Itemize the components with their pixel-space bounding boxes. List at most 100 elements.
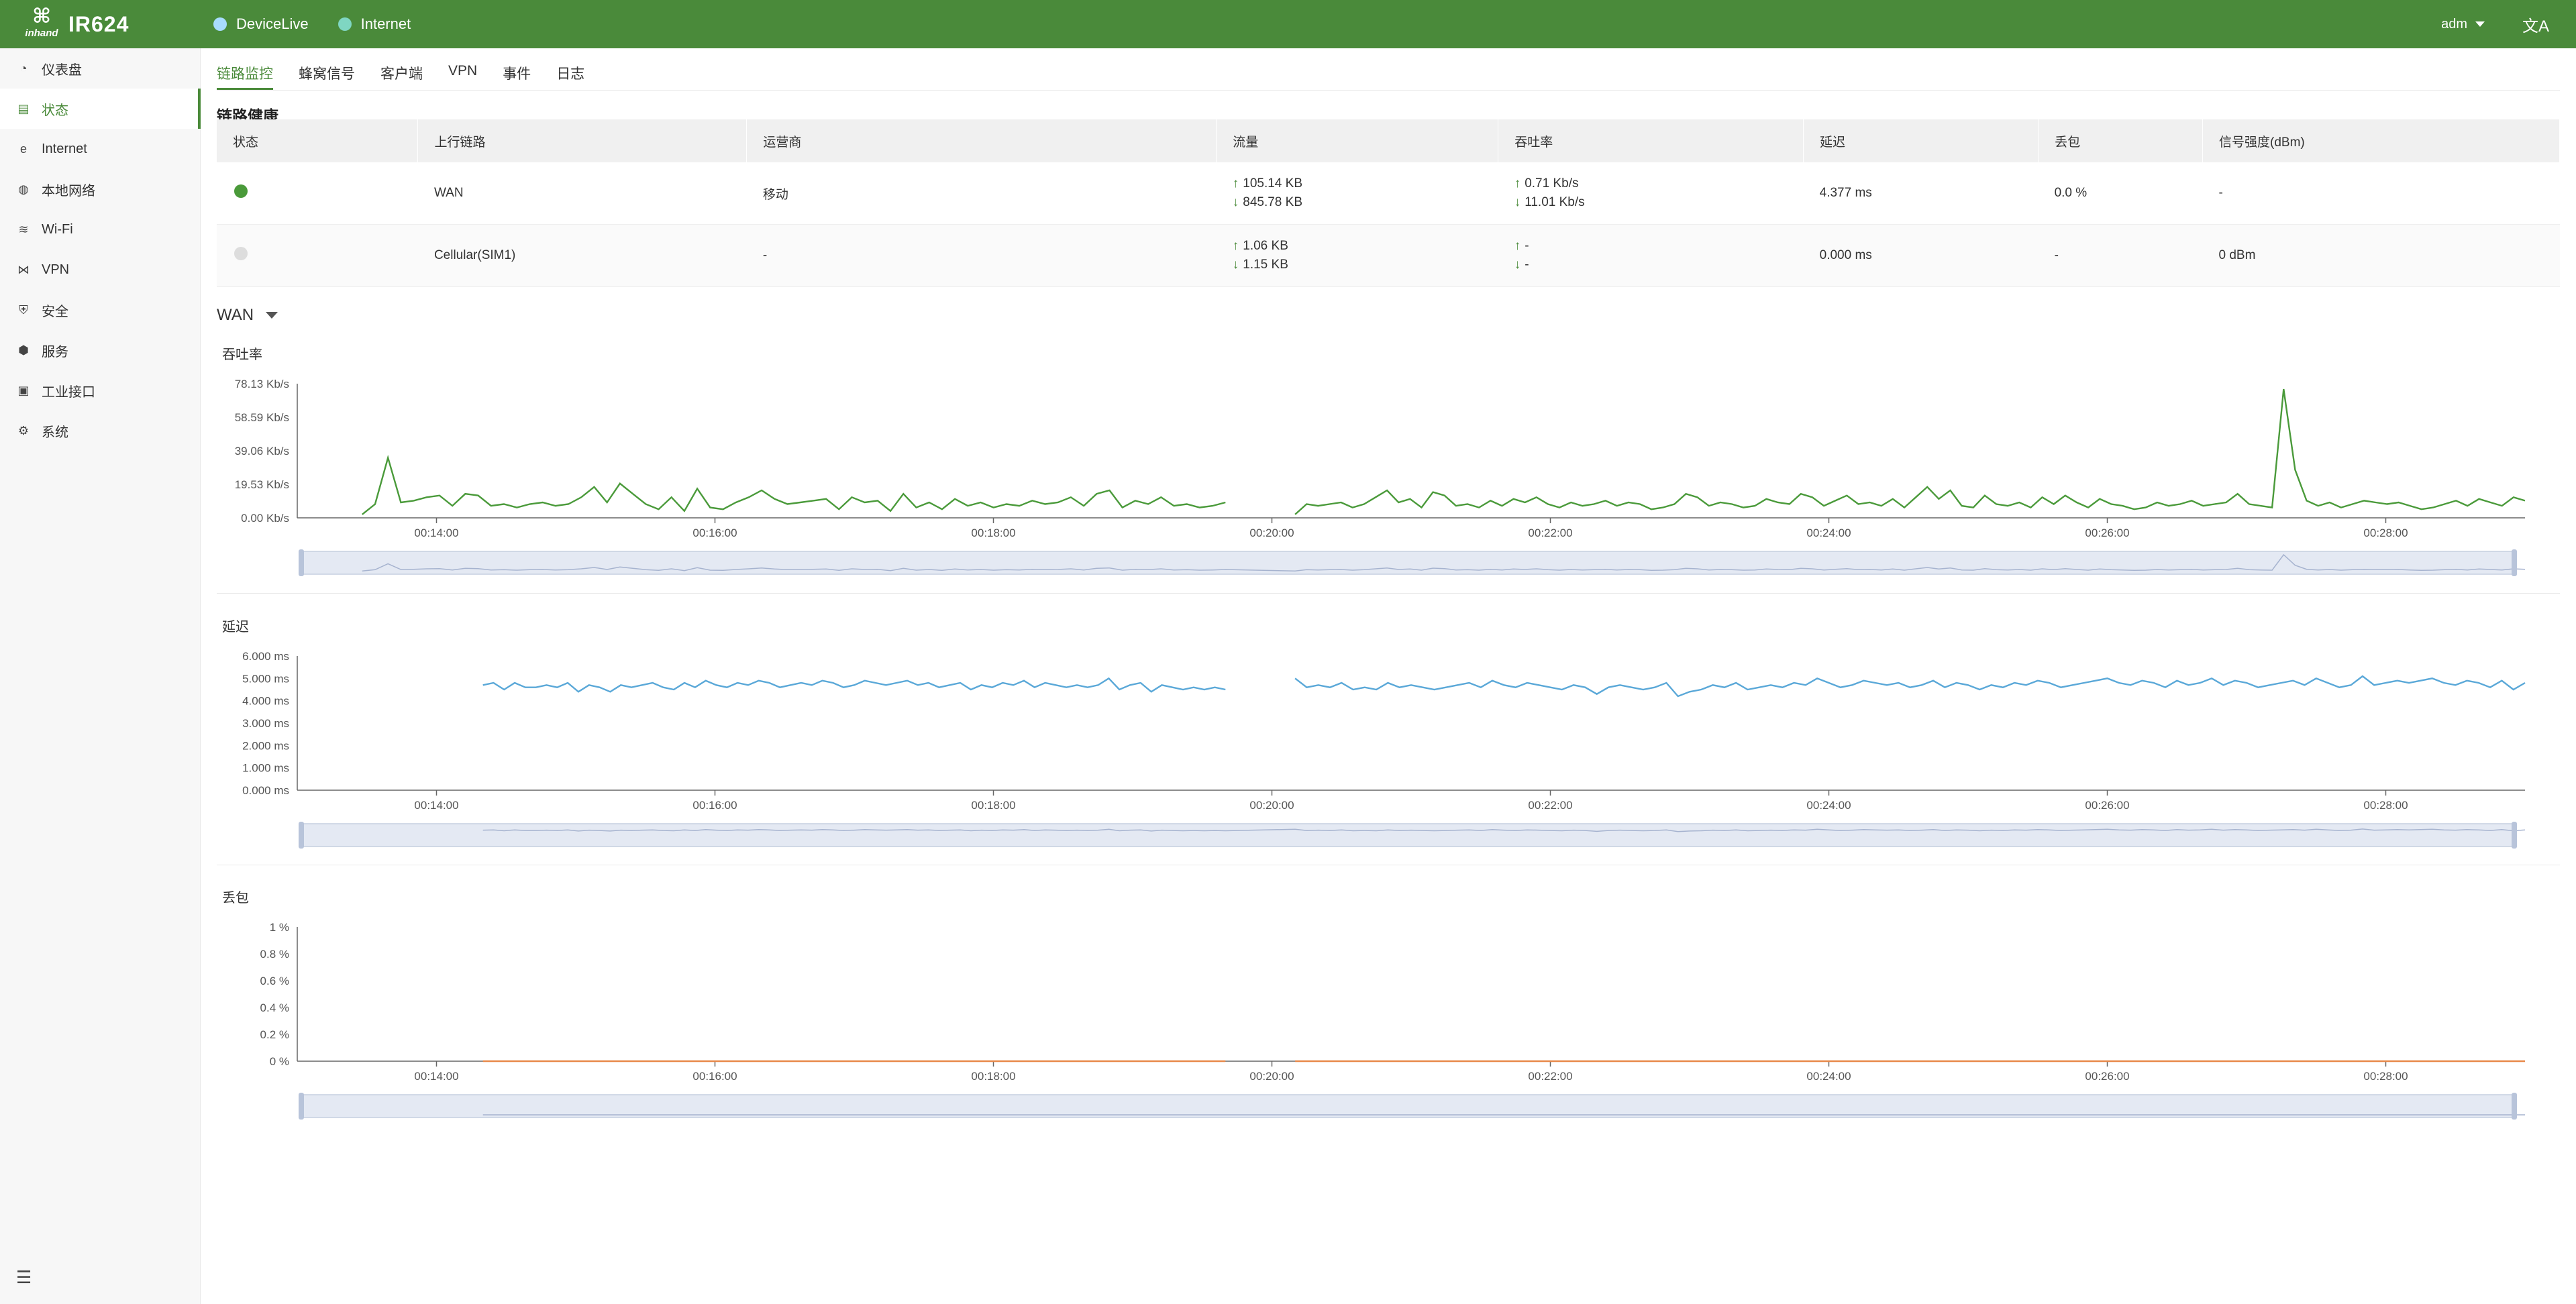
zoom-slider-track[interactable]	[301, 823, 2516, 847]
tab-1[interactable]: 蜂窝信号	[299, 55, 355, 90]
username: adm	[2441, 16, 2467, 32]
sidebar-item-3[interactable]: ◍ 本地网络	[0, 169, 200, 209]
sidebar-item-label: 安全	[42, 304, 68, 319]
throughput-chart-svg[interactable]: 0.00 Kb/s 19.53 Kb/s 39.06 Kb/s 58.59 Kb/s 7…	[217, 377, 2560, 578]
sidebar-item-4[interactable]: ≋ Wi-Fi	[0, 209, 200, 250]
zoom-slider-track[interactable]	[301, 551, 2516, 575]
throughput-down: -	[1514, 256, 1804, 274]
collapse-menu-icon[interactable]: ☰	[16, 1267, 32, 1288]
x-tick-label: 00:22:00	[1528, 799, 1572, 812]
x-tick-label: 00:14:00	[414, 527, 458, 539]
loss-chart-svg[interactable]: 0 % 0.2 % 0.4 % 0.6 % 0.8 % 1 % 00:14:00 00:16:…	[217, 920, 2560, 1122]
x-tick-label: 00:20:00	[1249, 1070, 1294, 1083]
loss-cell: 0.0 %	[2038, 162, 2203, 225]
sidebar-item-8[interactable]: ▣ 工业接口	[0, 370, 200, 411]
latency-chart-svg[interactable]: 0.000 ms 1.000 ms 2.000 ms 3.000 ms 4.000 ms…	[217, 649, 2560, 851]
device-model: IR624	[68, 11, 130, 36]
series-line-segment-0	[482, 677, 1226, 693]
link-health-table: 状态 上行链路 运营商 流量 吞吐率 延迟 丢包 信号强度(dBm) WAN 移…	[217, 119, 2560, 287]
traffic-down: 1.15 KB	[1233, 256, 1498, 274]
devicelive-status[interactable]: DeviceLive	[213, 15, 309, 33]
tab-divider	[217, 90, 2560, 91]
tab-4[interactable]: 事件	[503, 55, 531, 90]
internet-label: Internet	[360, 15, 411, 32]
y-tick-label: 0.000 ms	[242, 784, 289, 797]
latency-chart-title: 延迟	[222, 620, 249, 635]
x-tick-label: 00:16:00	[692, 1070, 737, 1083]
sidebar-item-label: 服务	[42, 344, 68, 360]
y-tick-label: 6.000 ms	[242, 650, 289, 663]
zoom-handle-left[interactable]	[299, 549, 304, 576]
tab-2[interactable]: 客户端	[380, 55, 423, 90]
brand[interactable]: ⌘ inhand IR624	[24, 5, 205, 40]
sidebar-item-6[interactable]: ⛨ 安全	[0, 290, 200, 330]
logo-text: inhand	[25, 28, 58, 39]
col-status: 状态	[217, 119, 419, 162]
vpn-icon: ⋈	[17, 262, 30, 276]
sidebar-item-5[interactable]: ⋈ VPN	[0, 250, 200, 290]
chart-divider	[217, 593, 2560, 594]
latency-chart: 0.000 ms 1.000 ms 2.000 ms 3.000 ms 4.000 ms…	[217, 649, 2560, 851]
col-signal: 信号强度(dBm)	[2202, 119, 2560, 162]
internet-status[interactable]: Internet	[338, 15, 411, 33]
y-tick-label: 3.000 ms	[242, 717, 289, 730]
x-tick-label: 00:26:00	[2085, 1070, 2129, 1083]
zoom-handle-left[interactable]	[299, 822, 304, 849]
tab-0[interactable]: 链路监控	[217, 55, 273, 90]
x-tick-label: 00:24:00	[1806, 799, 1851, 812]
x-tick-label: 00:14:00	[414, 799, 458, 812]
sidebar-item-9[interactable]: ⚙ 系统	[0, 411, 200, 451]
series-line-segment-0	[362, 454, 1226, 515]
gear-icon: ⚙	[17, 423, 30, 437]
y-tick-label: 0.8 %	[260, 948, 289, 961]
signal-cell: -	[2202, 162, 2560, 225]
sidebar-item-1[interactable]: ▤ 状态	[0, 89, 201, 129]
tab-5[interactable]: 日志	[556, 55, 584, 90]
zoom-slider-track[interactable]	[301, 1094, 2516, 1118]
x-tick-label: 00:28:00	[2363, 1070, 2408, 1083]
sidebar-item-0[interactable]: ◔ 仪表盘	[0, 48, 200, 89]
table-row[interactable]: WAN 移动 105.14 KB 845.78 KB 0.71 Kb/s 11.…	[217, 162, 2560, 225]
chevron-down-icon	[266, 312, 278, 319]
x-tick-label: 00:24:00	[1806, 1070, 1851, 1083]
tab-3[interactable]: VPN	[448, 55, 477, 90]
lan-icon: ◍	[18, 182, 29, 196]
zoom-handle-right[interactable]	[2512, 1093, 2517, 1120]
x-tick-label: 00:16:00	[692, 527, 737, 539]
x-tick-label: 00:22:00	[1528, 527, 1572, 539]
x-tick-label: 00:28:00	[2363, 527, 2408, 539]
sidebar-item-label: Wi-Fi	[42, 221, 73, 237]
x-tick-label: 00:18:00	[971, 799, 1015, 812]
devicelive-label: DeviceLive	[236, 15, 309, 32]
x-tick-label: 00:20:00	[1249, 527, 1294, 539]
chevron-down-icon	[2475, 21, 2485, 27]
logo-mark-icon: ⌘	[32, 5, 51, 28]
series-line-segment-1	[1294, 675, 2526, 698]
uplink-select[interactable]: WAN	[217, 306, 278, 325]
y-tick-label: 0.00 Kb/s	[241, 512, 289, 525]
throughput-chart: 0.00 Kb/s 19.53 Kb/s 39.06 Kb/s 58.59 Kb/s 7…	[217, 377, 2560, 578]
x-tick-label: 00:16:00	[692, 799, 737, 812]
sidebar-item-2[interactable]: e Internet	[0, 129, 200, 169]
loss-chart: 0 % 0.2 % 0.4 % 0.6 % 0.8 % 1 % 00:14:00 00:16:…	[217, 920, 2560, 1122]
sidebar-item-label: 工业接口	[42, 384, 95, 400]
status-icon: ▤	[17, 101, 30, 115]
loss-chart-title: 丢包	[222, 891, 249, 906]
latency-cell: 4.377 ms	[1803, 162, 2039, 225]
throughput-chart-title: 吞吐率	[222, 347, 262, 362]
sidebar-item-7[interactable]: ⬢ 服务	[0, 330, 200, 370]
zoom-handle-right[interactable]	[2512, 822, 2517, 849]
language-icon[interactable]: 文A	[2522, 13, 2549, 36]
y-tick-label: 2.000 ms	[242, 739, 289, 752]
globe-icon	[338, 17, 352, 31]
y-tick-label: 0.4 %	[260, 1001, 289, 1014]
status-cell	[217, 162, 418, 225]
y-tick-label: 0 %	[270, 1055, 289, 1068]
throughput-cell: 0.71 Kb/s 11.01 Kb/s	[1498, 162, 1804, 225]
loss-cell: -	[2038, 224, 2203, 287]
table-row[interactable]: Cellular(SIM1) - 1.06 KB 1.15 KB - - 0.0…	[217, 224, 2560, 287]
zoom-handle-left[interactable]	[299, 1093, 304, 1120]
user-menu[interactable]: adm	[2441, 17, 2485, 32]
zoom-handle-right[interactable]	[2512, 549, 2517, 576]
x-tick-label: 00:20:00	[1249, 799, 1294, 812]
